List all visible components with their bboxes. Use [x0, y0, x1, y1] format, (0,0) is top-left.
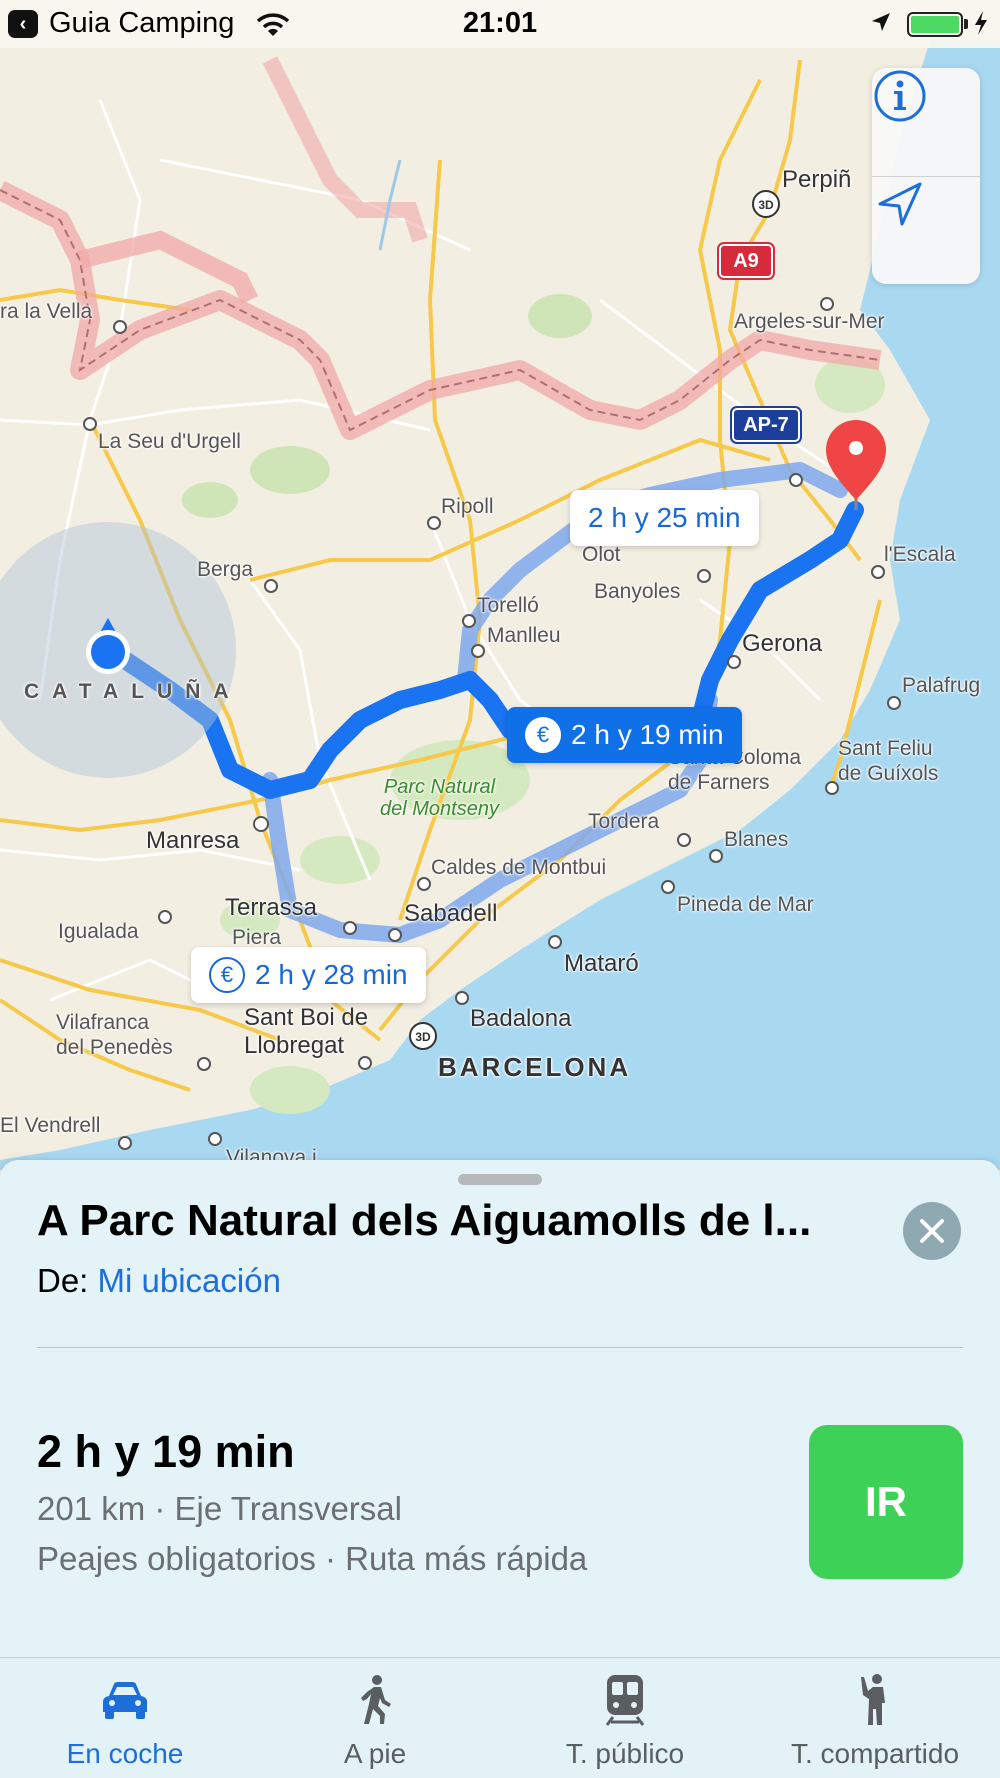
map-label-berga: Berga [197, 558, 254, 581]
route-duration: 2 h y 19 min [37, 1426, 295, 1477]
route-callout-time: 2 h y 19 min [571, 719, 724, 750]
map-label-sabadell: Sabadell [404, 900, 498, 927]
map-label-manresa: Manresa [146, 827, 240, 854]
map-label-seu-urgell: La Seu d'Urgell [98, 430, 241, 453]
close-icon [920, 1219, 944, 1243]
map-label-perpignan: Perpiñ [782, 166, 852, 193]
map-label-vendrell: El Vendrell [0, 1114, 101, 1137]
location-services-icon [872, 13, 890, 31]
transport-tab-bar: En coche A pie T. público T. compartido [0, 1657, 1000, 1778]
tab-transit[interactable]: T. público [500, 1658, 750, 1778]
map-label-pineda: Pineda de Mar [677, 893, 814, 916]
map-label-caldes: Caldes de Montbui [431, 856, 607, 879]
toll-icon: € [209, 957, 245, 993]
road-shield-ap7: AP-7 [732, 408, 800, 442]
route-callout-time: 2 h y 25 min [588, 502, 741, 533]
rideshare-icon [861, 1674, 885, 1725]
battery-nub [964, 19, 968, 29]
svg-text:3D: 3D [415, 1030, 431, 1044]
map-label-manlleu: Manlleu [487, 624, 561, 647]
route-callout-selected[interactable]: €2 h y 19 min [507, 707, 742, 763]
road-shield-a9: A9 [719, 244, 773, 278]
route-distance: 201 km · Eje Transversal [37, 1490, 402, 1527]
map-label-lescala: l'Escala [884, 543, 956, 566]
charging-bolt-icon [975, 11, 987, 35]
toll-icon: € [525, 717, 561, 753]
location-arrow-icon [878, 182, 922, 226]
map-label-igualada: Igualada [58, 920, 139, 943]
map-label-mataro: Mataró [564, 950, 639, 977]
walk-icon [361, 1675, 391, 1724]
tab-label: En coche [66, 1738, 184, 1769]
map-label-tordera: Tordera [588, 810, 660, 833]
map-view[interactable]: 3D 3D Perpiñ Argeles-sur-Mer ra la Vella… [0, 0, 1000, 1170]
origin-link[interactable]: Mi ubicación [98, 1262, 281, 1299]
info-icon [874, 70, 926, 122]
map-label-girona: Gerona [742, 630, 823, 657]
destination-title: A Parc Natural dels Aiguamolls de l... [37, 1196, 812, 1245]
tab-rideshare[interactable]: T. compartido [750, 1658, 1000, 1778]
status-bar: ‹ Guia Camping 21:01 [0, 0, 1000, 48]
battery-level [911, 16, 959, 33]
map-label-ripoll: Ripoll [441, 495, 494, 518]
sheet-grabber[interactable] [458, 1174, 542, 1185]
route-callout-north[interactable]: 2 h y 25 min [570, 490, 759, 546]
origin-label: De: [37, 1262, 89, 1299]
svg-text:3D: 3D [758, 198, 774, 212]
map-info-button[interactable] [872, 68, 980, 176]
map-label-sant-boi: Sant Boi de Llobregat [244, 1004, 369, 1059]
map-label-barcelona: BARCELONA [438, 1052, 632, 1082]
route-callout-time: 2 h y 28 min [255, 959, 408, 990]
tab-driving[interactable]: En coche [0, 1658, 250, 1778]
status-time: 21:01 [462, 7, 538, 39]
map-label-sant-feliu: Sant Feliu de Guíxols [838, 737, 939, 785]
map-label-andorra: ra la Vella [0, 300, 93, 323]
map-label-torello: Torelló [477, 594, 539, 617]
origin-line: De: Mi ubicación [37, 1262, 281, 1300]
map-label-montseny: Parc Natural del Montseny [380, 776, 499, 820]
sheet-divider [37, 1347, 963, 1348]
map-label-vilafranca: Vilafranca del Penedès [56, 1011, 173, 1059]
map-label-blanes: Blanes [724, 828, 789, 851]
car-icon [103, 1682, 147, 1719]
route-notes: Peajes obligatorios · Ruta más rápida [37, 1540, 588, 1577]
map-label-palafrugell: Palafrug [902, 674, 981, 697]
battery-icon [907, 12, 963, 37]
train-icon [605, 1675, 645, 1726]
tab-label: T. compartido [790, 1738, 960, 1769]
tab-label: A pie [343, 1738, 407, 1769]
close-directions-button[interactable] [903, 1202, 961, 1260]
map-controls [872, 68, 980, 284]
tab-walking[interactable]: A pie [250, 1658, 500, 1778]
go-button[interactable]: IR [809, 1425, 963, 1579]
map-label-cataluna: CATALUÑA [24, 680, 242, 703]
map-label-terrassa: Terrassa [225, 894, 318, 921]
map-label-banyoles: Banyoles [594, 580, 681, 603]
tab-label: T. público [565, 1738, 685, 1769]
map-tracking-button[interactable] [872, 176, 980, 284]
map-label-badalona: Badalona [470, 1005, 572, 1032]
map-label-olot: Olot [582, 543, 621, 566]
map-label-argeles: Argeles-sur-Mer [734, 310, 885, 333]
route-callout-south[interactable]: €2 h y 28 min [191, 947, 426, 1003]
